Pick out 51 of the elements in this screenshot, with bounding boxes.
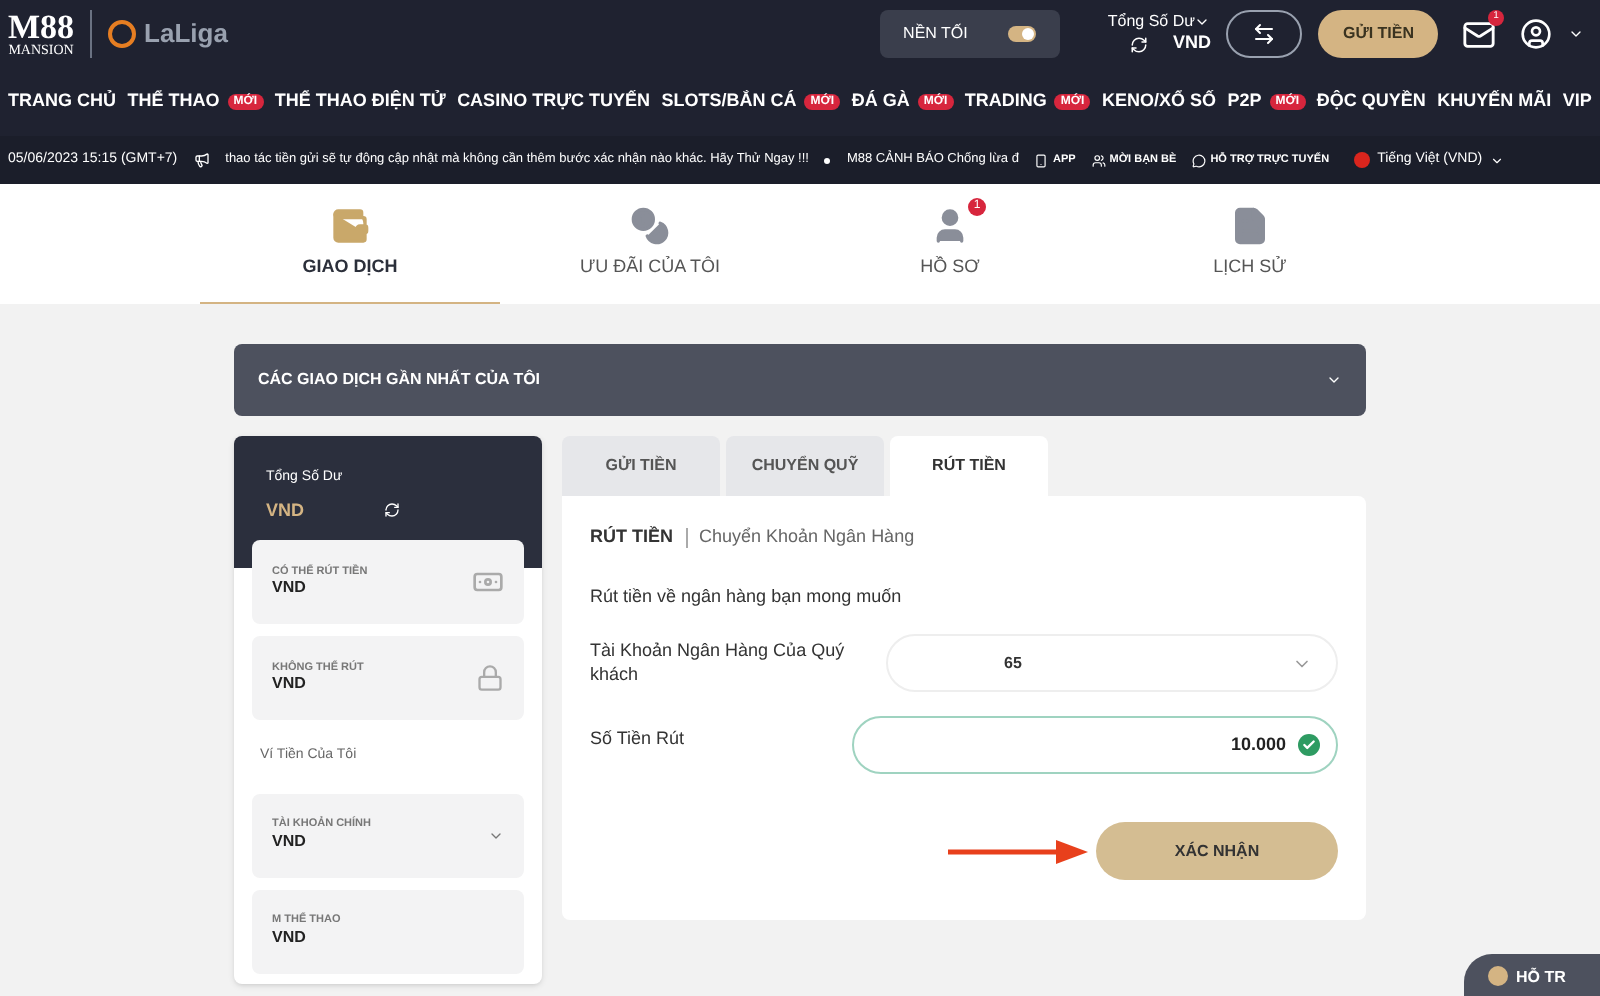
- megaphone-icon: [193, 152, 210, 168]
- document-icon: [1230, 205, 1270, 246]
- nav-link[interactable]: TRANG CHỦ: [8, 88, 116, 116]
- total-balance-value: VND: [266, 497, 305, 523]
- nav-link[interactable]: ĐỘC QUYỀN: [1316, 88, 1426, 116]
- nav-link[interactable]: KENO/XỔ SỐ: [1101, 88, 1216, 116]
- nav-link[interactable]: CASINO TRỰC TUYẾN: [457, 88, 651, 116]
- deposit-button[interactable]: GỬI TIỀN: [1318, 10, 1438, 58]
- account-tab[interactable]: LỊCH SỬ: [1100, 184, 1400, 304]
- dark-mode-label: NỀN TỐI: [903, 22, 968, 46]
- balance-label[interactable]: Tổng Số Dư: [1107, 12, 1195, 33]
- field-label: Số Tiền Rút: [590, 726, 687, 752]
- account-tab[interactable]: ƯU ĐÃI CỦA TÔI: [500, 184, 800, 304]
- account-tab[interactable]: GIAO DỊCH: [200, 184, 500, 304]
- people-icon[interactable]: [1091, 153, 1106, 167]
- swap-arrows-icon: [1252, 22, 1277, 46]
- coins-icon: [630, 205, 670, 246]
- caret-icon[interactable]: [1490, 153, 1505, 167]
- caret-icon: [1326, 372, 1342, 388]
- banknote-lock-icon: [476, 664, 504, 692]
- form-description: Rút tiền về ngân hàng bạn mong muốn: [590, 583, 904, 610]
- refresh-icon[interactable]: [1130, 35, 1149, 53]
- transfer-button[interactable]: [1226, 10, 1303, 58]
- phone-icon[interactable]: [1034, 153, 1049, 167]
- nav-link[interactable]: THỂ THAO ĐIỆN TỬ: [274, 88, 446, 116]
- wallet-item-value: VND: [272, 831, 308, 852]
- wallet-icon: [330, 205, 370, 246]
- transfer-tab[interactable]: RÚT TIỀN: [890, 436, 1048, 496]
- caret-icon[interactable]: [1568, 26, 1584, 42]
- transfer-tab[interactable]: GỬI TIỀN: [562, 436, 720, 496]
- amount-input[interactable]: 10.000: [852, 716, 1338, 774]
- wallet-item-value: VND: [272, 927, 308, 948]
- partner-logo: LaLiga: [108, 14, 228, 54]
- form-title: RÚT TIỀN: [590, 524, 673, 550]
- balance-item-value: VND: [272, 674, 308, 695]
- transfer-tab[interactable]: CHUYỂN QUỸ: [726, 436, 884, 496]
- refresh-icon[interactable]: [384, 502, 401, 519]
- form-method: Chuyển Khoản Ngân Hàng: [699, 524, 915, 550]
- nav-link[interactable]: VIP: [1562, 88, 1592, 116]
- nav-link[interactable]: KHUYẾN MÃI: [1437, 88, 1552, 116]
- arrow-icon: [948, 837, 1088, 865]
- bank-account-select[interactable]: 65: [886, 634, 1338, 692]
- recent-transactions-bar[interactable]: CÁC GIAO DỊCH GẦN NHẤT CỦA TÔI: [234, 344, 1366, 416]
- dark-mode-toggle[interactable]: [1007, 26, 1036, 42]
- mail-icon[interactable]: [1462, 17, 1496, 51]
- live-support-button[interactable]: HỖ TR: [1464, 954, 1600, 996]
- confirm-button[interactable]: XÁC NHẬN: [1096, 822, 1338, 880]
- field-label: Tài Khoản Ngân Hàng Của Quý khách: [590, 640, 847, 686]
- account-icon[interactable]: [1520, 18, 1552, 50]
- balance-value: VND: [1172, 32, 1211, 56]
- balance-item-value: VND: [272, 578, 308, 599]
